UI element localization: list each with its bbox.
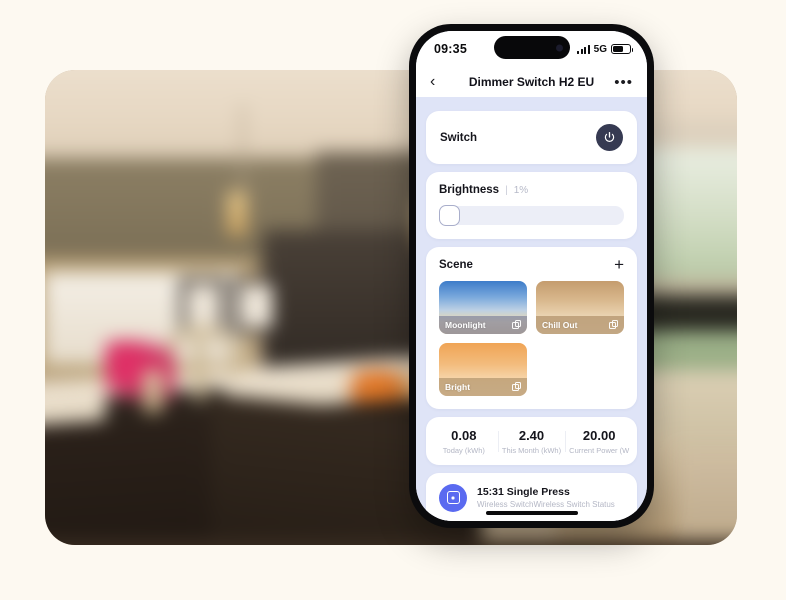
photo-faucet bbox=[195, 332, 206, 402]
scene-name: Bright bbox=[445, 381, 471, 392]
copy-icon[interactable] bbox=[512, 382, 521, 392]
log-subtitle: Wireless SwitchWireless Switch Status bbox=[477, 500, 615, 510]
log-text: 15:31 Single Press Wireless SwitchWirele… bbox=[477, 486, 615, 509]
dynamic-island bbox=[493, 36, 570, 59]
wireless-switch-icon bbox=[439, 483, 467, 512]
log-title: 15:31 Single Press bbox=[477, 486, 570, 499]
network-type-label: 5G bbox=[593, 43, 607, 55]
page-title: Dimmer Switch H2 EU bbox=[468, 75, 595, 89]
add-scene-button[interactable]: + bbox=[614, 256, 624, 273]
scene-tile-bar: Bright bbox=[439, 377, 527, 396]
front-camera-icon bbox=[555, 44, 563, 51]
power-button[interactable] bbox=[596, 124, 623, 151]
brightness-label: Brightness bbox=[439, 184, 500, 196]
photo-pendant-cord-1 bbox=[240, 104, 244, 200]
cellular-signal-icon bbox=[577, 44, 590, 54]
scene-tile-bright[interactable]: Bright bbox=[439, 342, 527, 396]
switch-card: Switch bbox=[426, 111, 637, 164]
scene-title: Scene bbox=[439, 258, 473, 271]
scene-grid: Moonlight Chill Out Bright bbox=[439, 280, 624, 396]
scene-tile-bar: Chill Out bbox=[536, 315, 624, 334]
copy-icon[interactable] bbox=[512, 320, 521, 330]
scene-tile-chill-out[interactable]: Chill Out bbox=[536, 280, 624, 334]
scene-header: Scene + bbox=[439, 256, 624, 273]
photo-flowers bbox=[105, 340, 176, 402]
switch-label: Switch bbox=[440, 131, 478, 144]
stat-label: This Month (kWh) bbox=[501, 445, 562, 455]
back-icon[interactable]: ‹ bbox=[430, 74, 448, 90]
stat-value: 0.08 bbox=[451, 427, 477, 443]
power-icon bbox=[604, 131, 615, 142]
more-options-icon[interactable]: ••• bbox=[614, 75, 633, 90]
scene-tile-bar: Moonlight bbox=[439, 315, 527, 334]
stat-label: Today (kWh) bbox=[442, 445, 485, 455]
brightness-slider-thumb[interactable] bbox=[439, 205, 460, 226]
scene-name: Moonlight bbox=[445, 319, 486, 330]
copy-icon[interactable] bbox=[609, 320, 618, 330]
app-content: Switch Brightness | 1% Scene + Moonlight… bbox=[416, 97, 647, 521]
brightness-header: Brightness | 1% bbox=[439, 184, 624, 196]
photo-pendant-lamp-1 bbox=[227, 192, 248, 236]
scene-name: Chill Out bbox=[542, 319, 578, 330]
brightness-slider[interactable] bbox=[439, 205, 624, 226]
scene-tile-moonlight[interactable]: Moonlight bbox=[439, 280, 527, 334]
stat-value: 20.00 bbox=[582, 427, 616, 443]
phone-mockup: 09:35 5G ‹ Dimmer Switch H2 EU ••• Switc… bbox=[409, 24, 654, 528]
status-bar: 09:35 5G bbox=[416, 31, 647, 67]
brightness-card: Brightness | 1% bbox=[426, 172, 637, 239]
stat-today: 0.08 Today (kWh) bbox=[430, 428, 498, 455]
photo-vase bbox=[142, 370, 163, 414]
phone-screen: 09:35 5G ‹ Dimmer Switch H2 EU ••• Switc… bbox=[416, 31, 647, 521]
photo-artwork-2 bbox=[233, 278, 280, 334]
status-time: 09:35 bbox=[434, 42, 467, 56]
scene-card: Scene + Moonlight Chill Out Bright bbox=[426, 247, 637, 409]
brightness-separator: | bbox=[505, 185, 508, 196]
stat-label: Current Power (W bbox=[569, 445, 630, 455]
stat-this-month: 2.40 This Month (kWh) bbox=[497, 427, 566, 455]
home-indicator[interactable] bbox=[485, 511, 578, 515]
status-indicators: 5G bbox=[577, 43, 633, 55]
photo-floor bbox=[45, 540, 737, 545]
energy-stats-card: 0.08 Today (kWh) 2.40 This Month (kWh) 2… bbox=[426, 416, 637, 465]
stat-current-power: 20.00 Current Power (W bbox=[565, 428, 633, 455]
battery-icon bbox=[611, 44, 633, 54]
nav-bar: ‹ Dimmer Switch H2 EU ••• bbox=[416, 67, 647, 97]
stat-value: 2.40 bbox=[518, 427, 545, 443]
brightness-value: 1% bbox=[513, 185, 529, 196]
